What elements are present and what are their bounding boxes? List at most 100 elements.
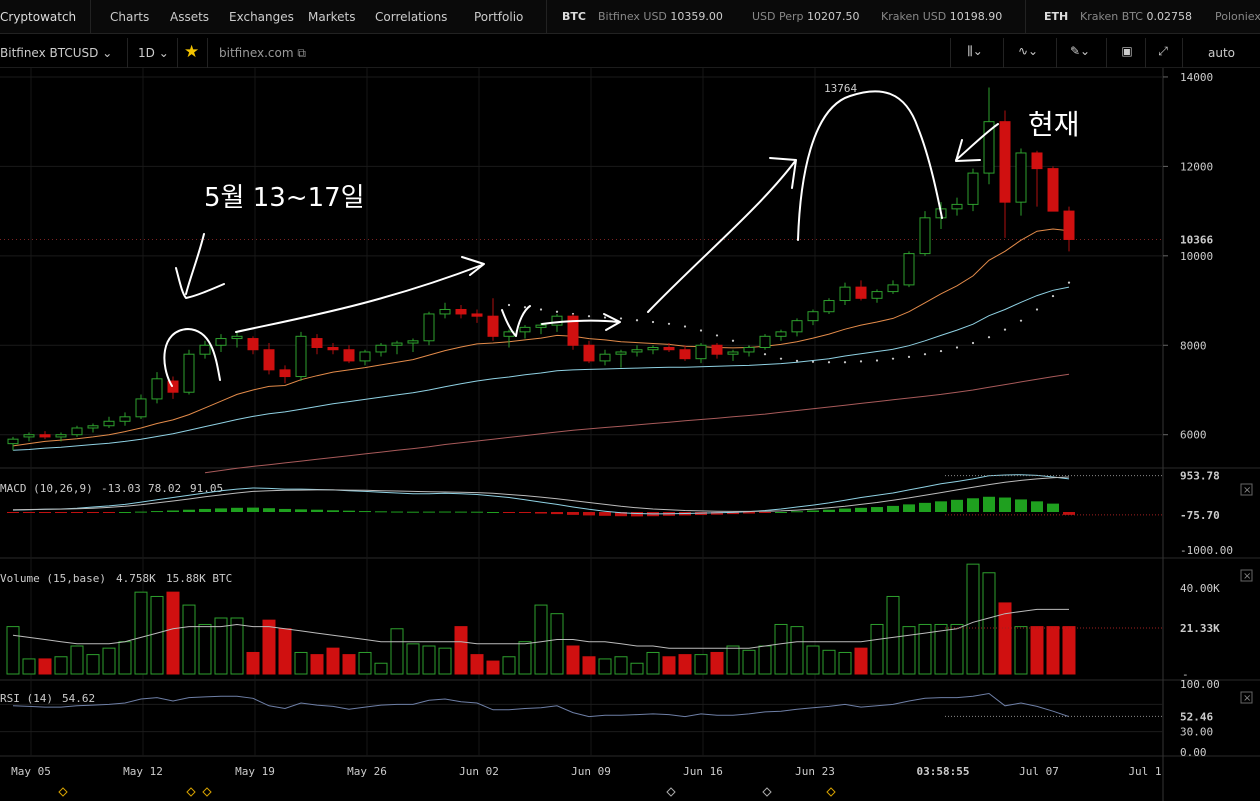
- macd-histogram-bar: [231, 507, 243, 512]
- price-chart[interactable]: × × × 14000 12000 10000 8000 6000 10366 MACD (1…: [0, 68, 1260, 801]
- volume-bar-down: [662, 656, 676, 675]
- candle-up: [375, 344, 387, 353]
- market-selector[interactable]: Bitfinex BTCUSD ⌄: [0, 46, 112, 60]
- ticker-kraken-usd[interactable]: Kraken USD 10198.90: [881, 10, 1002, 23]
- candle-up: [871, 291, 883, 299]
- volume-bar-up: [790, 626, 804, 675]
- macd-value-hist: -13.03: [101, 482, 141, 495]
- volume-bar-up: [422, 645, 436, 675]
- ticker-bitfinex-usd[interactable]: Bitfinex USD 10359.00: [598, 10, 723, 23]
- volume-title: Volume (15,base): [0, 572, 106, 585]
- candle-up: [727, 351, 739, 355]
- volume-bar-down: [166, 591, 180, 675]
- btc-asset-label[interactable]: BTC: [562, 10, 586, 23]
- nav-link-assets[interactable]: Assets: [170, 10, 209, 24]
- macd-histogram-bar: [599, 512, 611, 516]
- sma-dot: [987, 336, 991, 339]
- exchange-site-link[interactable]: bitfinex.com ⧉: [219, 46, 306, 61]
- volume-pane: Volume (15,base) 4.758K 15.88K BTC 40.00K 21…: [0, 563, 1220, 681]
- macd-histogram-bar: [791, 511, 803, 513]
- indicators-icon[interactable]: ∿⌄: [1015, 44, 1041, 62]
- candle-up: [599, 353, 611, 362]
- sma-dot: [619, 317, 623, 320]
- volume-bar-up: [886, 595, 900, 675]
- countdown-label: 03:58:55: [917, 765, 970, 778]
- nav-link-correlations[interactable]: Correlations: [375, 10, 447, 24]
- ticker-poloniex[interactable]: Poloniex: [1215, 10, 1260, 23]
- toolbar-divider: [1145, 38, 1146, 68]
- sma-dot: [763, 353, 767, 356]
- macd-histogram-bar: [71, 512, 83, 513]
- eth-asset-label[interactable]: ETH: [1044, 10, 1068, 23]
- candle-down: [39, 434, 51, 438]
- chevron-down-icon: ⌄: [102, 46, 113, 60]
- volume-bar-down: [454, 626, 468, 675]
- macd-histogram-bar: [311, 509, 323, 512]
- volume-bar-up: [22, 658, 36, 675]
- volume-bar-down: [486, 660, 500, 675]
- toolbar-divider: [1056, 38, 1057, 68]
- volume-bar-down: [326, 647, 340, 675]
- scale-mode-button[interactable]: auto: [1208, 46, 1235, 60]
- macd-histogram-bar: [247, 507, 259, 512]
- nav-link-portfolio[interactable]: Portfolio: [474, 10, 523, 24]
- price-axis-label: 14000: [1180, 71, 1213, 84]
- candle-up: [423, 313, 435, 342]
- macd-histogram-bar: [183, 509, 195, 512]
- candle-up: [759, 335, 771, 348]
- macd-histogram-bar: [343, 510, 355, 512]
- brand-logo[interactable]: Cryptowatch: [0, 10, 76, 24]
- interval-selector[interactable]: 1D ⌄: [138, 46, 169, 60]
- macd-histogram-bar: [7, 512, 19, 513]
- macd-histogram-bar: [551, 512, 563, 515]
- sma-dot: [731, 339, 735, 342]
- volume-bar-up: [518, 641, 532, 675]
- ticker-usd-perp[interactable]: USD Perp 10207.50: [752, 10, 860, 23]
- macd-histogram-bar: [423, 511, 435, 513]
- macd-histogram-bar: [103, 512, 115, 513]
- sma-dot: [603, 316, 607, 319]
- current-price-label: 10366: [1180, 233, 1213, 246]
- candle-up: [151, 378, 163, 400]
- sma-dot: [523, 306, 527, 309]
- sma-dot: [955, 346, 959, 349]
- candle-up: [535, 324, 547, 328]
- draw-pencil-icon[interactable]: ✎⌄: [1067, 44, 1093, 62]
- macd-histogram-bar: [199, 508, 211, 512]
- volume-bar-down: [710, 651, 724, 675]
- rsi-axis-label: 0.00: [1180, 746, 1207, 759]
- candle-up: [823, 300, 835, 313]
- nav-link-charts[interactable]: Charts: [110, 10, 149, 24]
- volume-axis-label: 21.33K: [1180, 622, 1220, 635]
- sma-dot: [939, 349, 943, 353]
- ticker-kraken-btc[interactable]: Kraken BTC 0.02758: [1080, 10, 1192, 23]
- macd-histogram-bar: [871, 507, 883, 512]
- macd-histogram-bar: [855, 507, 867, 512]
- candle-up: [391, 342, 403, 346]
- nav-link-exchanges[interactable]: Exchanges: [229, 10, 294, 24]
- event-marker-icon: [186, 787, 196, 797]
- candle-down: [487, 315, 499, 337]
- candle-up: [775, 331, 787, 337]
- volume-bar-up: [630, 662, 644, 675]
- nav-link-markets[interactable]: Markets: [308, 10, 356, 24]
- candle-down: [455, 308, 467, 315]
- candle-up: [7, 438, 19, 445]
- star-icon[interactable]: ★: [184, 42, 199, 62]
- macd-histogram-bar: [1047, 503, 1059, 512]
- volume-value-last: 4.758K: [116, 572, 156, 585]
- sma-dot: [875, 359, 879, 362]
- candle-up: [439, 308, 451, 315]
- ticker-name: Kraken USD: [881, 10, 947, 23]
- macd-axis-label: -1000.00: [1180, 544, 1233, 557]
- date-axis-label: Jun 23: [795, 765, 835, 778]
- price-axis-label: 10000: [1180, 250, 1213, 263]
- screenshot-icon[interactable]: ▣: [1114, 44, 1140, 62]
- macd-histogram-bar: [1031, 501, 1043, 512]
- date-axis-label: May 19: [235, 765, 275, 778]
- macd-histogram-bar: [263, 508, 275, 512]
- fullscreen-icon[interactable]: ⤢: [1150, 44, 1176, 62]
- candles-icon[interactable]: ⫼⌄: [962, 44, 988, 62]
- candle-up: [87, 425, 99, 429]
- rsi-axis-label: 30.00: [1180, 726, 1213, 739]
